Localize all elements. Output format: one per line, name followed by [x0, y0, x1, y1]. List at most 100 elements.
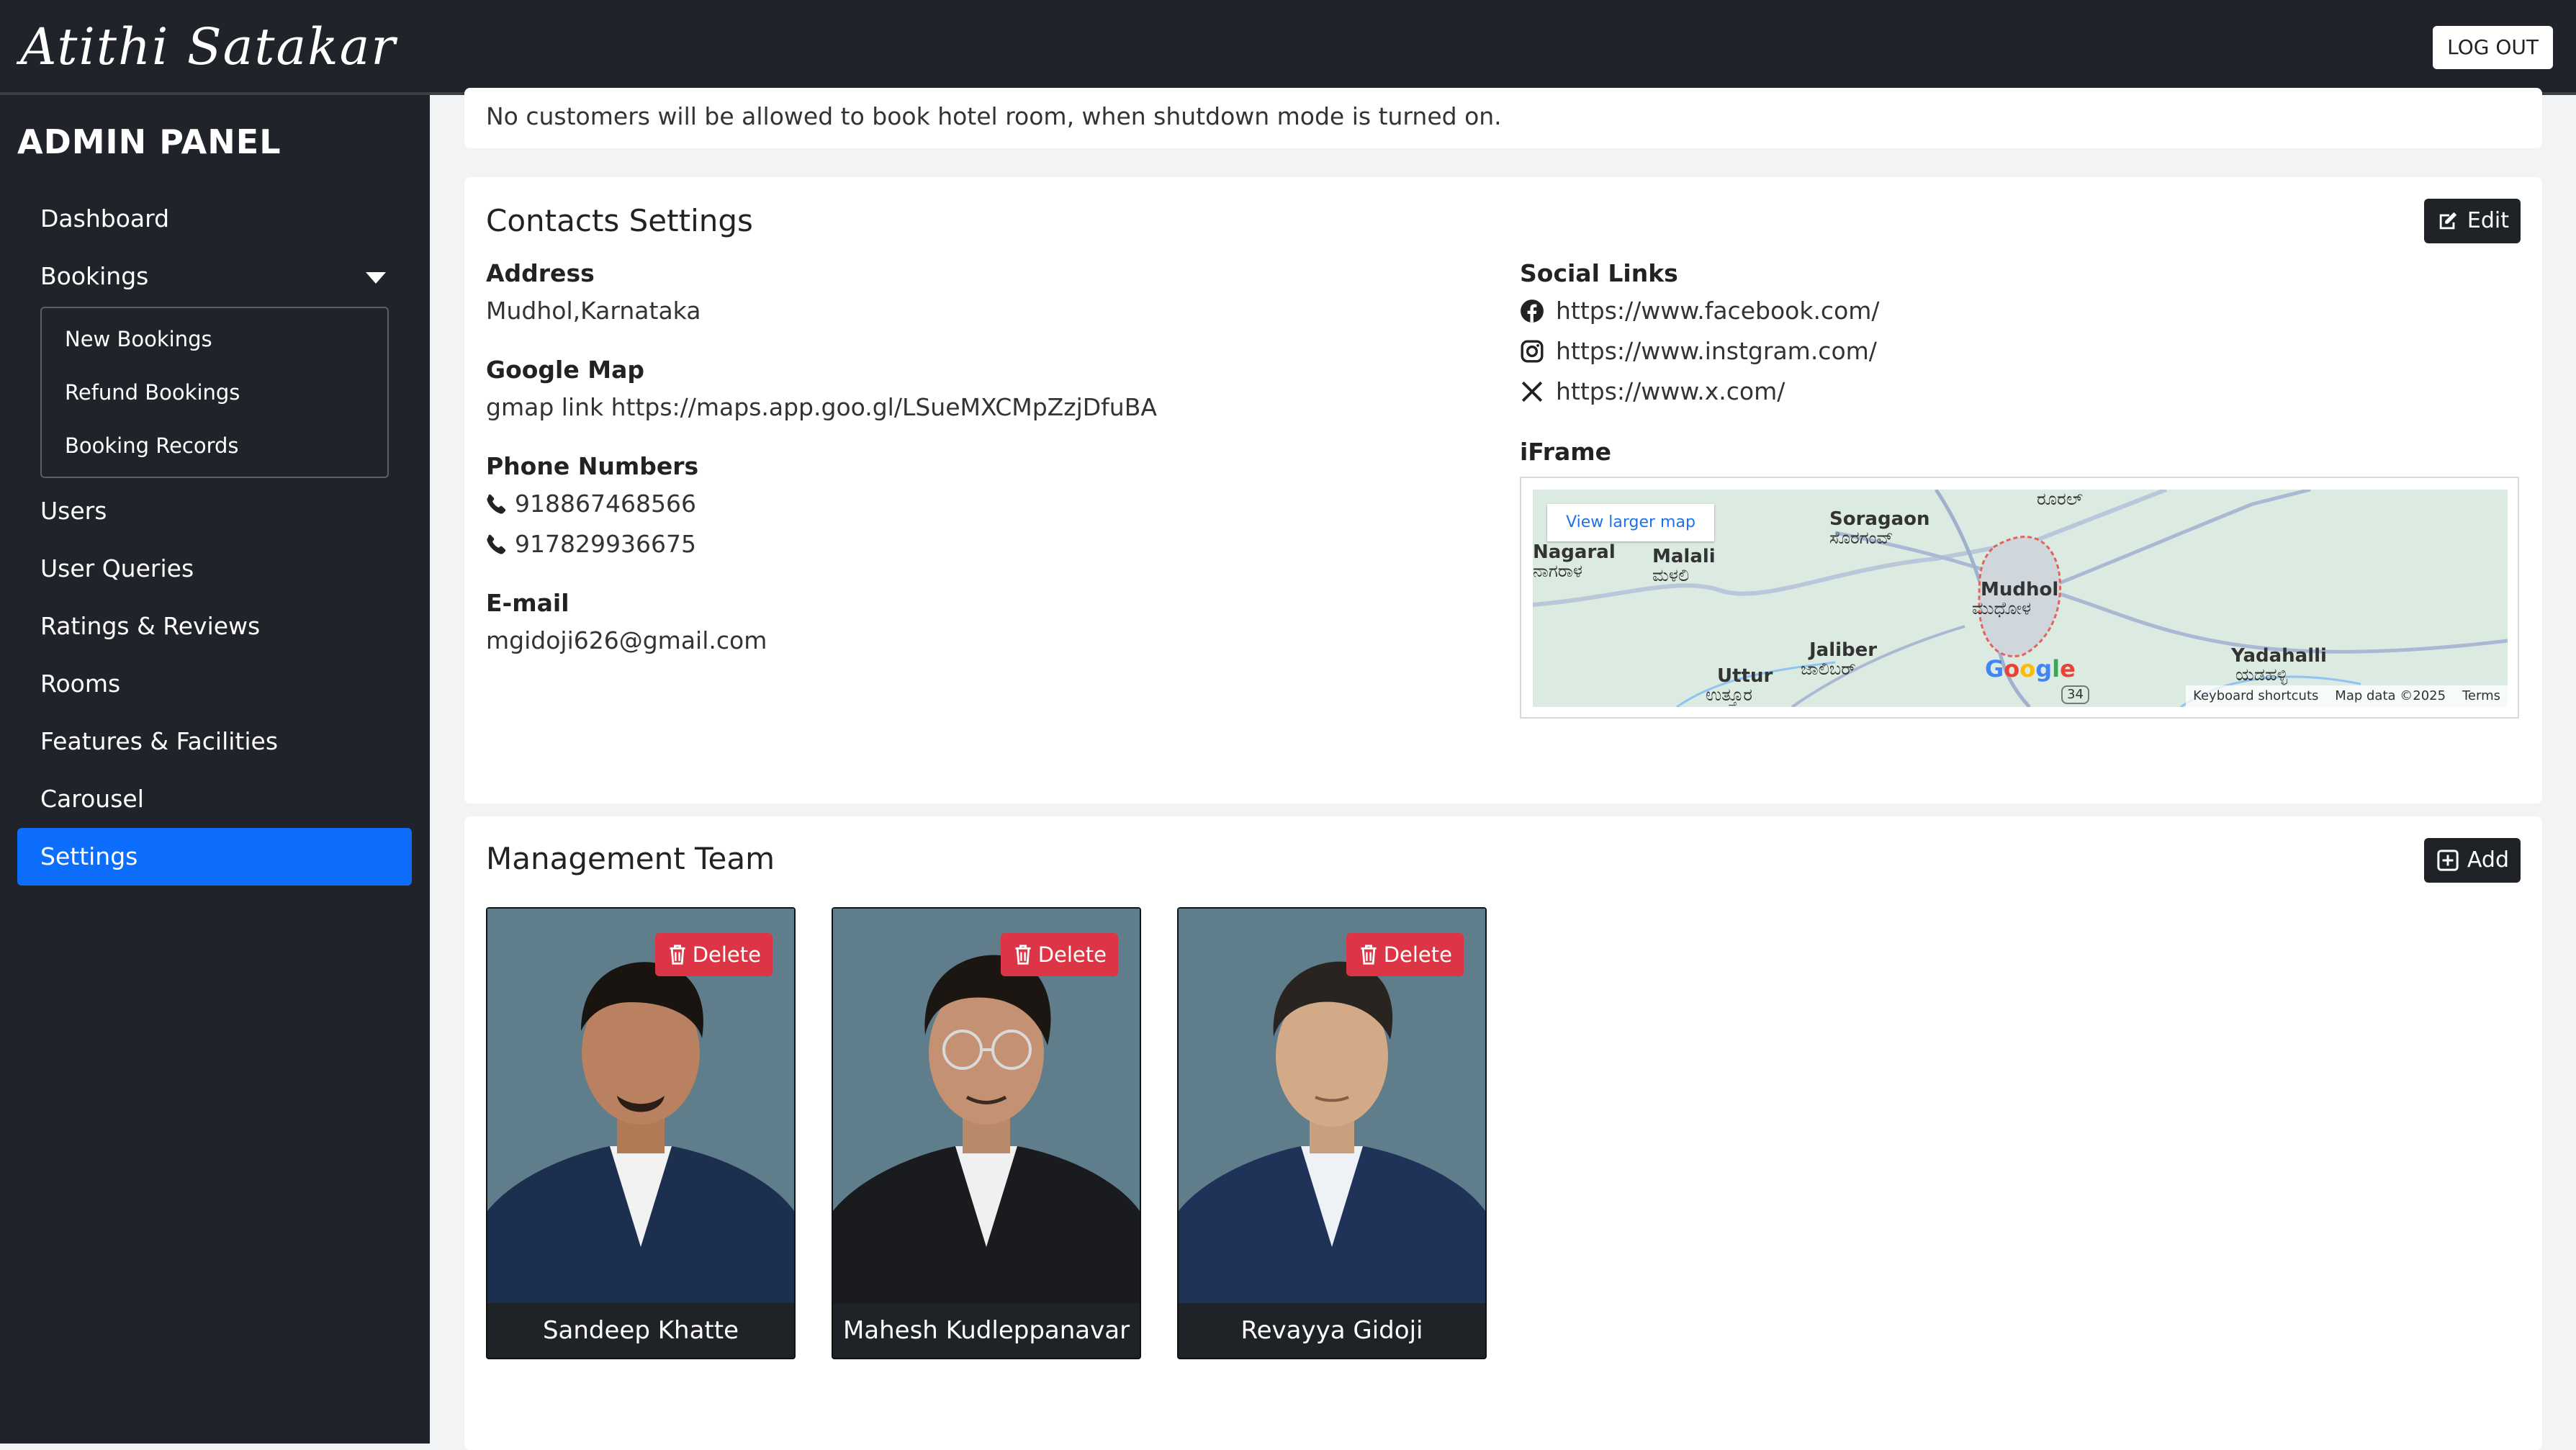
map-label-malali-kn: ಮಳಲಿ — [1652, 565, 1690, 585]
sidebar-item-settings[interactable]: Settings — [17, 828, 412, 886]
social-link-instagram: https://www.instgram.com/ — [1520, 337, 1877, 365]
brand-logo-text[interactable]: Atithi Satakar — [20, 16, 397, 78]
logout-button[interactable]: LOG OUT — [2433, 26, 2553, 69]
map-label-uttur: Uttur — [1717, 665, 1773, 687]
iframe-label: iFrame — [1520, 438, 1612, 466]
social-links-label: Social Links — [1520, 259, 1678, 287]
sidebar-subitem-new-bookings[interactable]: New Bookings — [42, 312, 387, 366]
member-name: Sandeep Khatte — [542, 1316, 739, 1345]
map-embed[interactable]: View larger map Soragaon ಸೊರಗಂವ್ Nagaral… — [1533, 490, 2508, 707]
sidebar-item-rooms[interactable]: Rooms — [17, 655, 412, 713]
map-label-nagaral-kn: ನಾಗರಾಳ — [1533, 561, 1582, 581]
instagram-icon — [1521, 340, 1544, 363]
bookings-submenu: New Bookings Refund Bookings Booking Rec… — [40, 307, 389, 478]
iframe-preview: View larger map Soragaon ಸೊರಗಂವ್ Nagaral… — [1520, 477, 2519, 719]
sidebar-item-label: Bookings — [40, 262, 149, 290]
social-link-x: https://www.x.com/ — [1520, 377, 1785, 405]
sidebar-item-user-queries[interactable]: User Queries — [17, 540, 412, 598]
instagram-url[interactable]: https://www.instgram.com/ — [1556, 337, 1877, 365]
map-label-jaliber: Jaliber — [1809, 639, 1878, 661]
sidebar-subitem-booking-records[interactable]: Booking Records — [42, 419, 387, 472]
map-label-yadahalli: Yadahalli — [2231, 645, 2327, 667]
map-label-nagaral: Nagaral — [1533, 541, 1616, 563]
sidebar-item-ratings-reviews[interactable]: Ratings & Reviews — [17, 598, 412, 655]
sidebar-subitem-refund-bookings[interactable]: Refund Bookings — [42, 366, 387, 419]
sidebar-item-bookings[interactable]: Bookings — [17, 248, 412, 305]
sidebar-item-dashboard[interactable]: Dashboard — [17, 190, 412, 248]
facebook-url[interactable]: https://www.facebook.com/ — [1556, 297, 1880, 325]
phone-number-2: 917829936675 — [486, 530, 696, 558]
trash-icon — [1361, 945, 1377, 965]
social-link-facebook: https://www.facebook.com/ — [1520, 297, 1880, 325]
member-name: Revayya Gidoji — [1240, 1316, 1423, 1345]
admin-panel-title: ADMIN PANEL — [17, 122, 282, 161]
shutdown-card: No customers will be allowed to book hot… — [464, 88, 2542, 148]
member-name: Mahesh Kudleppanavar — [842, 1316, 1130, 1345]
phone-icon — [487, 534, 506, 554]
caret-down-icon[interactable] — [366, 272, 386, 284]
member-photo: Delete — [487, 909, 794, 1303]
delete-member-button[interactable]: Delete — [1346, 933, 1464, 976]
trash-icon — [670, 945, 685, 965]
facebook-icon — [1521, 300, 1544, 323]
phone-number-text: 917829936675 — [515, 530, 696, 558]
management-team-card: Management Team Add Delete Sandeep Khatt… — [464, 816, 2542, 1450]
keyboard-shortcuts-link[interactable]: Keyboard shortcuts — [2193, 688, 2318, 703]
map-label-malali: Malali — [1652, 546, 1716, 567]
team-member-card: Delete Mahesh Kudleppanavar — [832, 907, 1141, 1359]
team-member-card: Delete Sandeep Khatte — [486, 907, 796, 1359]
delete-member-button[interactable]: Delete — [654, 933, 773, 976]
map-label-top-kn: ರೂರಲ್ — [2037, 490, 2084, 509]
main-content: No customers will be allowed to book hot… — [430, 88, 2576, 1450]
contacts-settings-title: Contacts Settings — [486, 203, 753, 238]
view-larger-map-button[interactable]: View larger map — [1547, 504, 1714, 541]
phone-icon — [487, 494, 506, 514]
shutdown-note: No customers will be allowed to book hot… — [486, 102, 1502, 130]
email-label: E-mail — [486, 589, 569, 617]
map-label-uttur-kn: ಉತ್ತೂರ — [1706, 685, 1752, 705]
google-logo: Google — [1985, 655, 2076, 683]
trash-icon — [1015, 945, 1031, 965]
edit-icon — [2439, 212, 2457, 230]
delete-label: Delete — [692, 942, 761, 967]
map-data-text: Map data ©2025 — [2335, 688, 2446, 703]
top-navbar: Atithi Satakar LOG OUT — [0, 0, 2576, 95]
team-member-card: Delete Revayya Gidoji — [1177, 907, 1487, 1359]
edit-contacts-button[interactable]: Edit — [2423, 199, 2521, 243]
sidebar: ADMIN PANEL Dashboard Bookings New Booki… — [0, 95, 430, 1444]
phone-number-1: 918867468566 — [486, 490, 696, 518]
sidebar-item-carousel[interactable]: Carousel — [17, 770, 412, 828]
delete-label: Delete — [1037, 942, 1107, 967]
map-label-soragaon: Soragaon — [1829, 508, 1930, 530]
edit-label: Edit — [2467, 208, 2509, 233]
address-label: Address — [486, 259, 595, 287]
delete-member-button[interactable]: Delete — [1000, 933, 1118, 976]
add-label: Add — [2467, 847, 2509, 873]
contacts-settings-card: Contacts Settings Edit Address Mudhol,Ka… — [464, 177, 2542, 803]
route-shield: 34 — [2061, 685, 2089, 704]
member-photo: Delete — [1179, 909, 1485, 1303]
map-label-mudhol-kn: ಮುಧೋಳ — [1972, 598, 2032, 618]
map-footer: Keyboard shortcuts Map data ©2025 Terms — [2186, 685, 2508, 707]
x-url[interactable]: https://www.x.com/ — [1556, 377, 1785, 405]
address-value: Mudhol,Karnataka — [486, 297, 701, 325]
email-value: mgidoji626@gmail.com — [486, 626, 767, 654]
phone-numbers-label: Phone Numbers — [486, 452, 699, 480]
add-member-button[interactable]: Add — [2423, 838, 2521, 883]
plus-square-icon — [2437, 850, 2459, 871]
x-twitter-icon — [1521, 381, 1543, 402]
sidebar-nav: Dashboard Bookings New Bookings Refund B… — [17, 190, 412, 886]
sidebar-item-features-facilities[interactable]: Features & Facilities — [17, 713, 412, 770]
map-label-jaliber-kn: ಜಾಲಿಬರ್ — [1801, 659, 1856, 679]
management-team-title: Management Team — [486, 841, 775, 876]
phone-number-text: 918867468566 — [515, 490, 696, 518]
map-label-mudhol: Mudhol — [1981, 579, 2059, 600]
map-label-soragaon-kn: ಸೊರಗಂವ್ — [1829, 528, 1893, 548]
member-photo: Delete — [833, 909, 1140, 1303]
sidebar-item-users[interactable]: Users — [17, 482, 412, 540]
google-map-value: gmap link https://maps.app.goo.gl/LSueMX… — [486, 393, 1157, 421]
delete-label: Delete — [1383, 942, 1452, 967]
terms-link[interactable]: Terms — [2462, 688, 2500, 703]
map-label-yadahalli-kn: ಯಡಹಳ್ಳಿ — [2235, 665, 2288, 685]
google-map-label: Google Map — [486, 356, 644, 384]
